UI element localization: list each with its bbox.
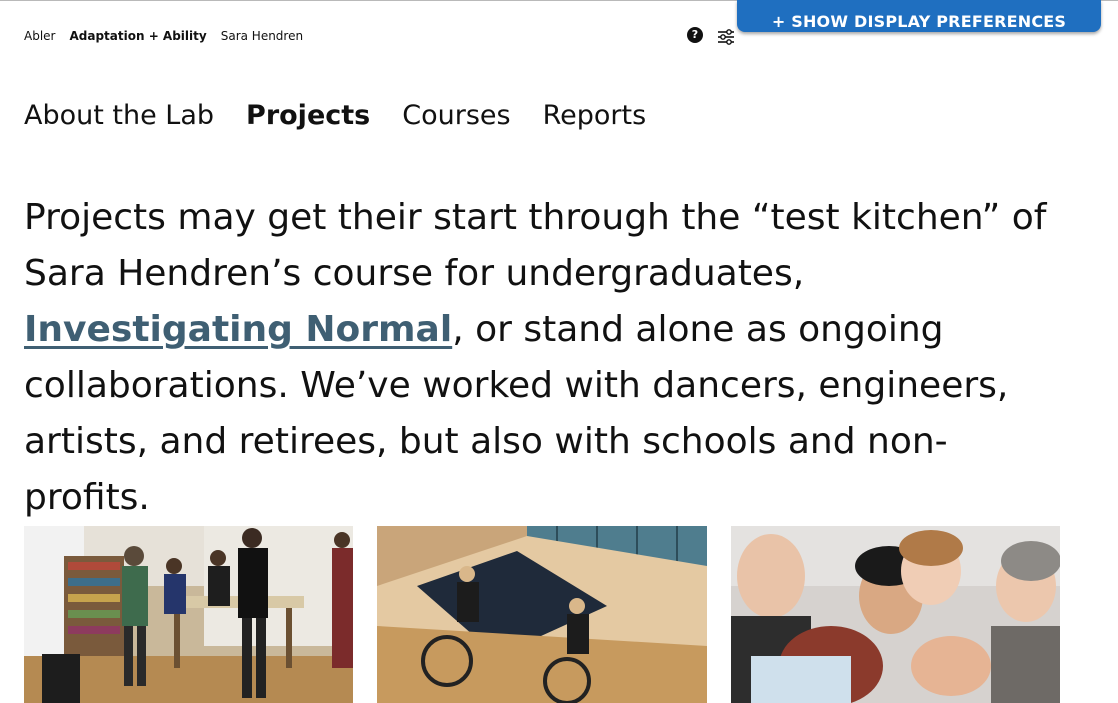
breadcrumb-adaptation-ability[interactable]: Adaptation + Ability [69, 29, 206, 43]
nav-courses[interactable]: Courses [402, 100, 510, 131]
show-display-preferences-label: + SHOW DISPLAY PREFERENCES [771, 11, 1067, 31]
nav-reports[interactable]: Reports [543, 100, 647, 131]
investigating-normal-link[interactable]: Investigating Normal [24, 309, 452, 350]
sliders-icon[interactable] [717, 28, 735, 46]
intro-paragraph: Projects may get their start through the… [24, 190, 1064, 526]
project-thumbnail-workshop[interactable] [24, 526, 353, 703]
nav-projects[interactable]: Projects [246, 100, 370, 131]
nav-about-the-lab[interactable]: About the Lab [24, 100, 214, 131]
show-display-preferences-button[interactable]: + SHOW DISPLAY PREFERENCES [737, 0, 1101, 32]
breadcrumb-sara-hendren[interactable]: Sara Hendren [221, 29, 303, 43]
project-thumbnail-dance-ramp[interactable] [377, 526, 707, 703]
breadcrumb-abler[interactable]: Abler [24, 29, 55, 43]
breadcrumb: Abler Adaptation + Ability Sara Hendren [24, 29, 303, 43]
intro-text-before: Projects may get their start through the… [24, 197, 1047, 294]
main-nav: About the Lab Projects Courses Reports [24, 100, 646, 131]
question-circle-icon[interactable]: ? [687, 27, 703, 43]
project-thumbnail-students[interactable] [731, 526, 1060, 703]
